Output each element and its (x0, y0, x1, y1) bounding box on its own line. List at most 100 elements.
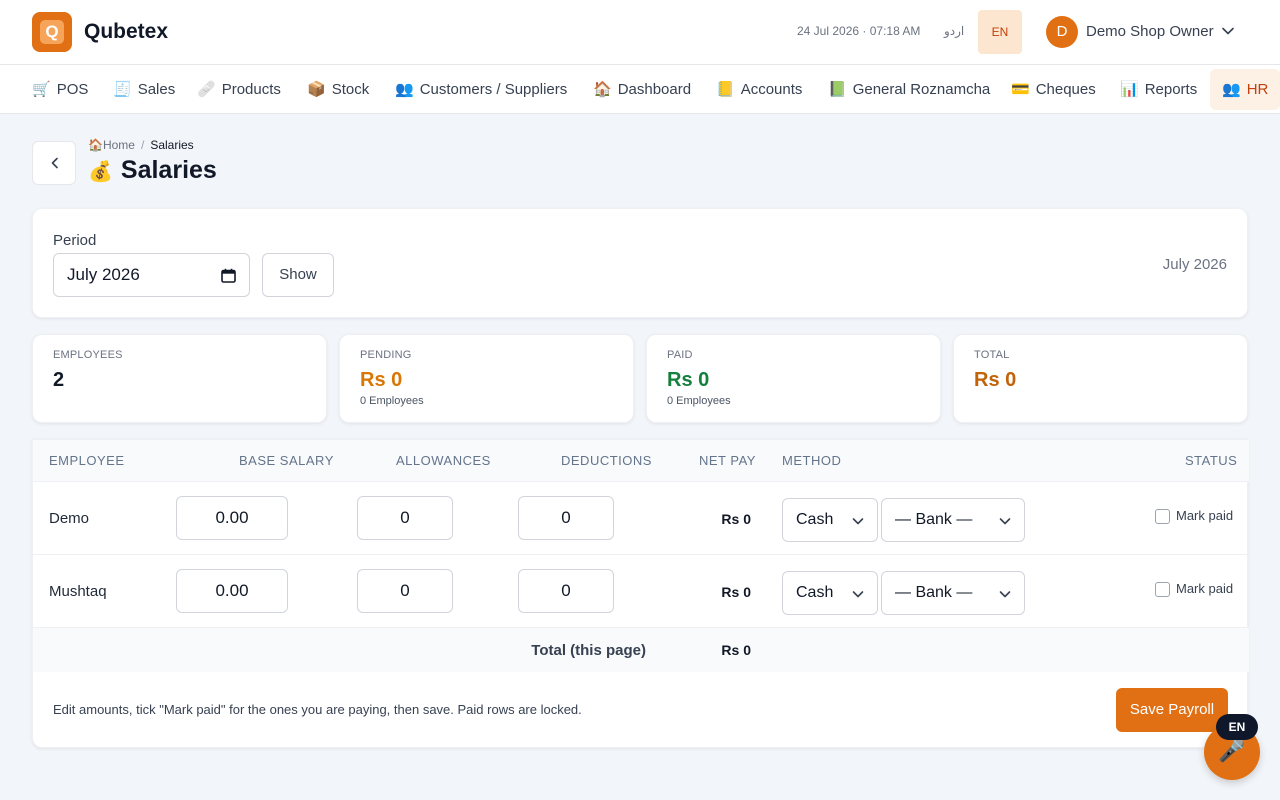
nav-item-products[interactable]: 🩹 Products (197, 65, 281, 114)
total-value: Rs 0 (721, 642, 751, 658)
bandage-icon: 🩹 (197, 81, 216, 98)
bank-select[interactable]: — Bank — (881, 498, 1025, 542)
payment-method-select[interactable]: Cash (782, 498, 878, 542)
nav-label: General Roznamcha (852, 81, 991, 98)
stat-label: PENDING (360, 349, 412, 361)
chevron-down-icon (999, 591, 1011, 598)
payment-method-select[interactable]: Cash (782, 571, 878, 615)
nav-label: Sales (137, 81, 176, 98)
deductions-input[interactable]: 0 (518, 569, 614, 613)
page-title: 💰 Salaries (88, 156, 217, 185)
base-salary-input[interactable]: 0.00 (176, 569, 288, 613)
nav-item-cheques[interactable]: 💳 Cheques (1011, 65, 1096, 114)
deductions-input[interactable]: 0 (518, 496, 614, 540)
avatar[interactable]: D (1046, 16, 1078, 48)
money-bag-icon: 💰 (88, 161, 113, 183)
base-salary-input[interactable]: 0.00 (176, 496, 288, 540)
period-value: July 2026 (67, 265, 140, 284)
save-payroll-button[interactable]: Save Payroll (1116, 688, 1228, 732)
cart-icon: 🛒 (32, 81, 51, 98)
method-value: Cash (796, 584, 834, 601)
people-icon: 👥 (395, 81, 414, 98)
allowances-input[interactable]: 0 (357, 496, 453, 540)
selected-period-display: July 2026 (1162, 256, 1227, 273)
net-pay-value: Rs 0 (721, 584, 751, 600)
show-button[interactable]: Show (262, 253, 334, 297)
nav-label: Stock (331, 81, 370, 98)
breadcrumb-separator: / (140, 138, 145, 152)
nav-label: Reports (1144, 81, 1198, 98)
header-base-salary: BASE SALARY (239, 453, 334, 468)
language-en-button[interactable]: EN (978, 10, 1022, 54)
employees-stat-card: EMPLOYEES 2 (32, 334, 327, 423)
nav-label: Products (221, 81, 281, 98)
nav-label: POS (56, 81, 89, 98)
people-icon: 👥 (1222, 81, 1241, 98)
period-month-input[interactable]: July 2026 (53, 253, 250, 297)
nav-item-pos[interactable]: 🛒 POS (32, 65, 88, 114)
stat-value: Rs 0 (974, 369, 1017, 391)
header-deductions: DEDUCTIONS (561, 453, 652, 468)
stat-value: Rs 0 (667, 369, 710, 391)
table-header: EMPLOYEE BASE SALARY ALLOWANCES DEDUCTIO… (33, 440, 1249, 482)
payroll-help-text: Edit amounts, tick "Mark paid" for the o… (53, 702, 582, 717)
chevron-down-icon (999, 518, 1011, 525)
employee-name: Mushtaq (49, 583, 107, 600)
bank-select[interactable]: — Bank — (881, 571, 1025, 615)
language-urdu-button[interactable]: اردو (944, 24, 964, 38)
nav-item-dashboard[interactable]: 🏠 Dashboard (593, 65, 691, 114)
stat-value: 2 (53, 369, 65, 391)
period-card: Period July 2026 Show July 2026 (32, 208, 1248, 318)
total-label: Total (this page) (531, 642, 646, 659)
stat-subtext: 0 Employees (667, 395, 731, 407)
nav-item-accounts[interactable]: 📒 Accounts (716, 65, 802, 114)
nav-label: Accounts (740, 81, 803, 98)
nav-item-general-roznamcha[interactable]: 📗 General Roznamcha (828, 65, 990, 114)
chevron-down-icon (852, 591, 864, 598)
mark-paid-label[interactable]: Mark paid (1176, 581, 1233, 596)
chevron-down-icon[interactable] (1221, 24, 1235, 38)
brand-name[interactable]: Qubetex (84, 20, 168, 44)
logo-letter: Q (40, 20, 64, 44)
voice-language-badge[interactable]: EN (1216, 714, 1258, 740)
breadcrumb-home-link[interactable]: Home (103, 138, 135, 152)
nav-label: Cheques (1035, 81, 1096, 98)
mark-paid-checkbox[interactable] (1155, 582, 1170, 597)
nav-item-hr[interactable]: 👥 HR (1210, 69, 1280, 110)
chevron-left-icon (51, 157, 58, 169)
package-icon: 📦 (307, 81, 326, 98)
logo[interactable]: Q (32, 12, 72, 52)
receipt-icon: 🧾 (113, 81, 132, 98)
nav-item-customers-suppliers[interactable]: 👥 Customers / Suppliers (395, 65, 567, 114)
ledger-icon: 📒 (716, 81, 735, 98)
header-status: STATUS (1185, 453, 1238, 468)
header-allowances: ALLOWANCES (396, 453, 491, 468)
pending-stat-card: PENDING Rs 0 0 Employees (339, 334, 634, 423)
header-method: METHOD (782, 453, 842, 468)
back-button[interactable] (32, 141, 76, 185)
allowances-input[interactable]: 0 (357, 569, 453, 613)
nav-item-stock[interactable]: 📦 Stock (307, 65, 369, 114)
table-total-row: Total (this page) Rs 0 (33, 628, 1249, 672)
stat-value: Rs 0 (360, 369, 403, 391)
mark-paid-label[interactable]: Mark paid (1176, 508, 1233, 523)
nav-label: Customers / Suppliers (419, 81, 568, 98)
method-value: Cash (796, 511, 834, 528)
stat-label: TOTAL (974, 349, 1010, 361)
employee-name: Demo (49, 510, 90, 527)
chevron-down-icon (852, 518, 864, 525)
stat-label: PAID (667, 349, 693, 361)
header-employee: EMPLOYEE (49, 453, 125, 468)
green-book-icon: 📗 (828, 81, 847, 98)
bank-value: — Bank — (895, 511, 973, 528)
stat-subtext: 0 Employees (360, 395, 424, 407)
current-datetime: 24 Jul 2026 · 07:18 AM (797, 24, 921, 38)
nav-item-reports[interactable]: 📊 Reports (1120, 65, 1197, 114)
nav-item-sales[interactable]: 🧾 Sales (113, 65, 175, 114)
calendar-icon[interactable] (221, 268, 236, 283)
stat-label: EMPLOYEES (53, 349, 123, 361)
breadcrumb: 🏠Home / Salaries (88, 138, 194, 152)
table-row: Demo 0.00 0 0 Rs 0 Cash — Bank — Mark pa… (33, 482, 1249, 555)
user-menu-name[interactable]: Demo Shop Owner (1086, 23, 1214, 40)
mark-paid-checkbox[interactable] (1155, 509, 1170, 524)
